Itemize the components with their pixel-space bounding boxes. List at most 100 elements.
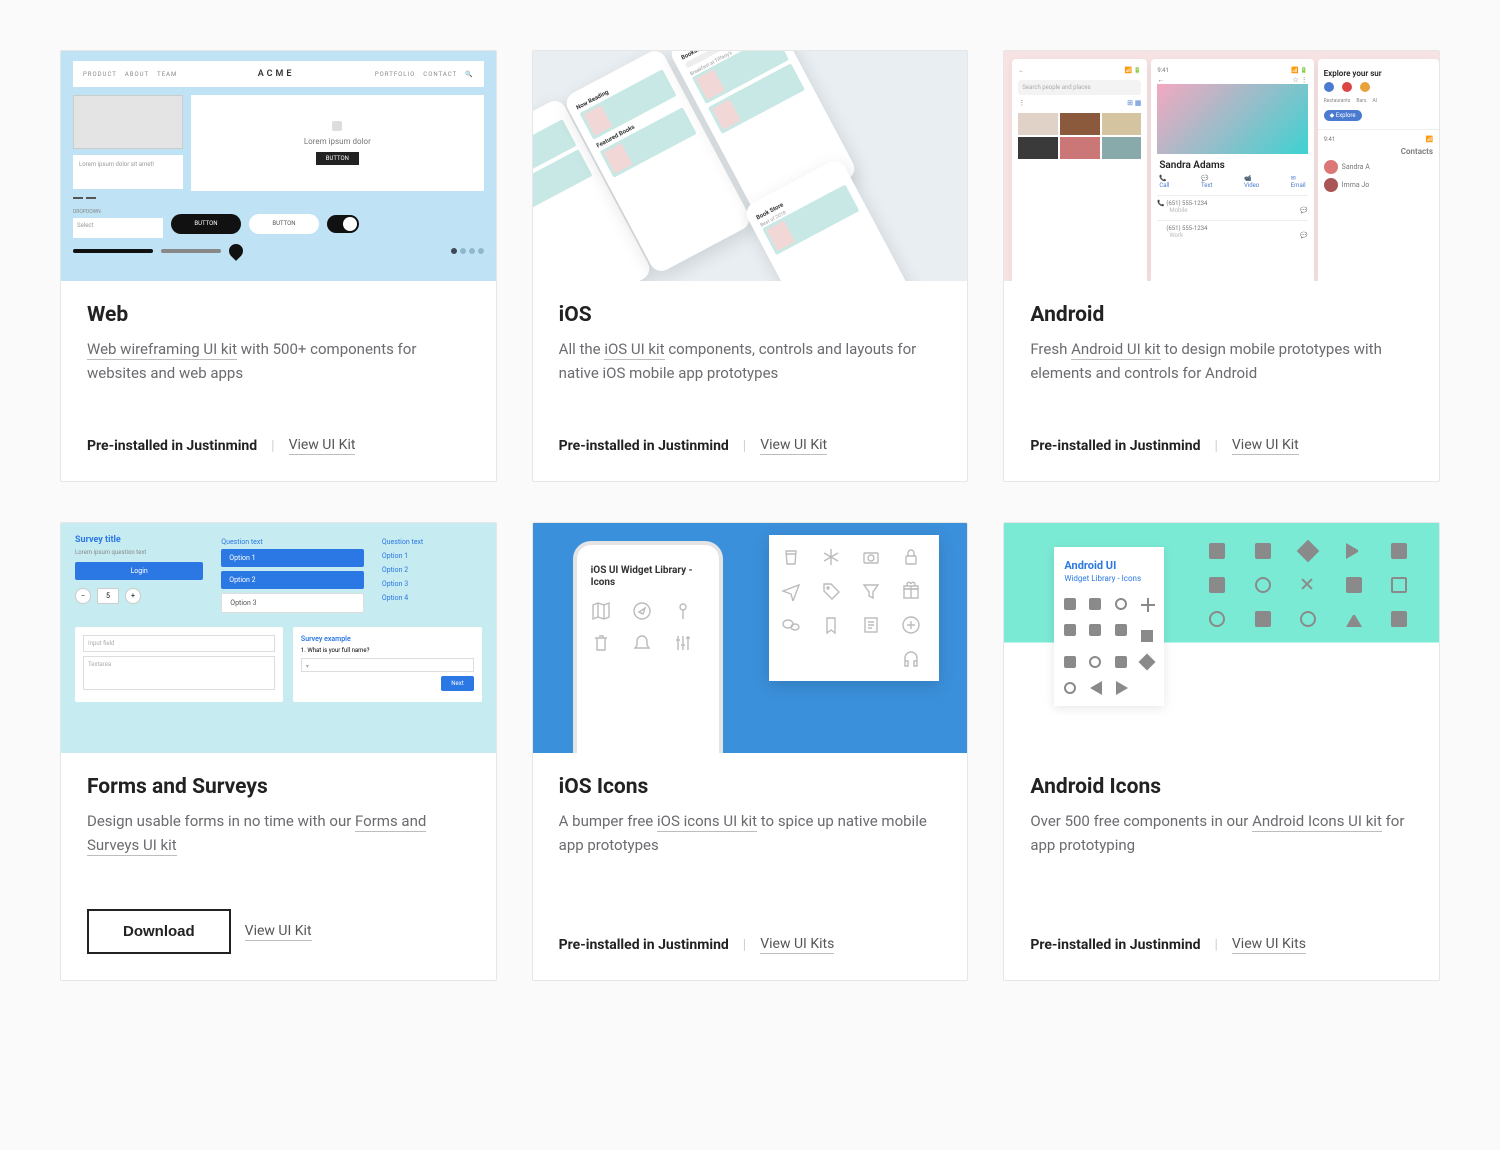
nav-item: TEAM [157,71,177,78]
desc-text: Design usable forms in no time with our [87,812,355,830]
mock-option: Option 3 [221,593,364,613]
mock-textarea: Textarea [83,656,275,690]
thumbnail-web: PRODUCT ABOUT TEAM ACME PORTFOLIO CONTAC… [61,51,496,281]
gift-icon [901,581,921,601]
inline-link[interactable]: iOS UI kit [604,340,664,360]
mock-icon-grid-small [1064,598,1154,694]
preinstalled-label: Pre-installed in Justinmind [559,438,729,454]
mock-option-selected: Option 1 [221,549,364,567]
grid-icon [1209,577,1225,593]
plus-icon [1141,598,1153,610]
play-icon [1116,681,1128,695]
lock-icon [901,547,921,567]
nav-item: ABOUT [125,71,149,78]
inline-link[interactable]: iOS icons UI kit [657,812,757,832]
star-icon [1139,654,1156,671]
mock-example-question: 1. What is your full name? [301,647,474,654]
plus-circle-icon [1089,656,1101,668]
mock-navbar: PRODUCT ABOUT TEAM ACME PORTFOLIO CONTAC… [73,61,484,87]
pin-icon [226,241,246,261]
mock-contact-row: Imma Jo [1324,178,1433,192]
loading-icon [1209,611,1225,627]
mock-contact-row: Sandra A [1324,160,1433,174]
mock-survey-card: Survey example 1. What is your full name… [293,627,482,702]
view-ui-kit-link[interactable]: View UI Kit [245,923,312,941]
card-title: Forms and Surveys [87,775,470,799]
cloud-off-icon [1255,577,1271,593]
mock-phone-entry: 📞 (651) 555-1234 Mobile 💬 [1157,195,1307,214]
card-title: Web [87,303,470,327]
map-icon [591,601,611,621]
card-android-icons: Android UI Widget Library - Icons [1003,522,1440,981]
bug-icon [1064,598,1076,610]
inline-link[interactable]: Android UI kit [1071,340,1161,360]
rewind-icon [1090,681,1102,695]
mock-option-link: Option 1 [382,549,482,563]
view-ui-kit-link[interactable]: View UI Kit [760,437,827,455]
desc-text: Over 500 free components in our [1030,812,1252,830]
preinstalled-label: Pre-installed in Justinmind [87,438,257,454]
mock-select: ▾ [301,658,474,672]
inline-link[interactable]: Android Icons UI kit [1252,812,1382,832]
mock-category-icons [1324,82,1433,92]
mock-text-block: Lorem ipsum dolor sit amet! [73,155,183,189]
minus-icon [1141,630,1153,642]
download-button[interactable]: Download [87,909,231,954]
alarm-icon [1115,598,1127,610]
plus-box-icon [1089,598,1101,610]
mock-login-button: Login [75,562,203,580]
preinstalled-label: Pre-installed in Justinmind [559,937,729,953]
twitter-icon [1209,543,1225,559]
church-icon [1115,656,1127,668]
inline-link[interactable]: Web wireframing UI kit [87,340,237,360]
card-title: iOS [559,303,942,327]
chevron-up-icon [1346,611,1362,627]
mock-icon-grid [591,601,705,653]
card-web: PRODUCT ABOUT TEAM ACME PORTFOLIO CONTAC… [60,50,497,482]
thumbnail-ios: Library Now Reading Featured Books Books… [533,51,968,281]
thumbnail-forms: Survey title Lorem ipsum question text L… [61,523,496,753]
camera-icon [861,547,881,567]
mock-phone-gallery: ←📶 🔋 Search people and places ⋮⊞ ▦ [1012,59,1147,281]
card-description: All the iOS UI kit components, controls … [559,337,942,409]
mock-stepper: −5+ [75,588,203,604]
mock-explore-title: Explore your sur [1324,69,1433,78]
bookmark-icon [1064,624,1076,636]
view-ui-kit-link[interactable]: View UI Kit [289,437,356,455]
card-description: A bumper free iOS icons UI kit to spice … [559,809,942,881]
bookmark-icon [821,615,841,635]
desc-text: A bumper free [559,812,657,830]
image-icon [1255,611,1271,627]
mock-phone-explore: Explore your sur Restaurants Bars Al ◆ E… [1318,59,1439,281]
mock-divider [73,195,183,201]
card-title: Android Icons [1030,775,1413,799]
view-ui-kit-link[interactable]: View UI Kits [760,936,834,954]
plus-circle-icon [901,615,921,635]
mock-chip-label: Restaurants [1324,98,1351,104]
mock-chip-label: Bars [1356,98,1366,104]
separator: | [271,438,274,454]
mock-chip-label: Al [1373,98,1377,104]
mock-contact-avatar [1157,84,1307,154]
block-icon [1300,611,1316,627]
scissors-icon [1300,577,1316,593]
archive-icon [1089,624,1101,636]
mock-option-link: Option 2 [382,563,482,577]
eject-icon [1391,611,1407,627]
mock-panel-subtitle: Widget Library - Icons [1064,574,1154,584]
nav-item: PRODUCT [83,71,117,78]
mock-hero-icon [332,121,342,131]
separator: | [743,438,746,454]
desc-text: Fresh [1030,340,1071,358]
compass-icon [632,601,652,621]
mock-photo-grid [1018,113,1141,159]
thumbnail-android-icons: Android UI Widget Library - Icons [1004,523,1439,753]
mock-dropdown-label: DROPDOWN [73,209,163,215]
view-ui-kit-link[interactable]: View UI Kit [1232,437,1299,455]
mock-toggle [327,215,359,233]
mock-hero: Lorem ipsum dolor BUTTON [191,95,484,191]
card-forms: Survey title Lorem ipsum question text L… [60,522,497,981]
view-ui-kit-link[interactable]: View UI Kits [1232,936,1306,954]
mock-search-input: Search people and places [1018,80,1141,95]
sliders-icon [673,633,693,653]
